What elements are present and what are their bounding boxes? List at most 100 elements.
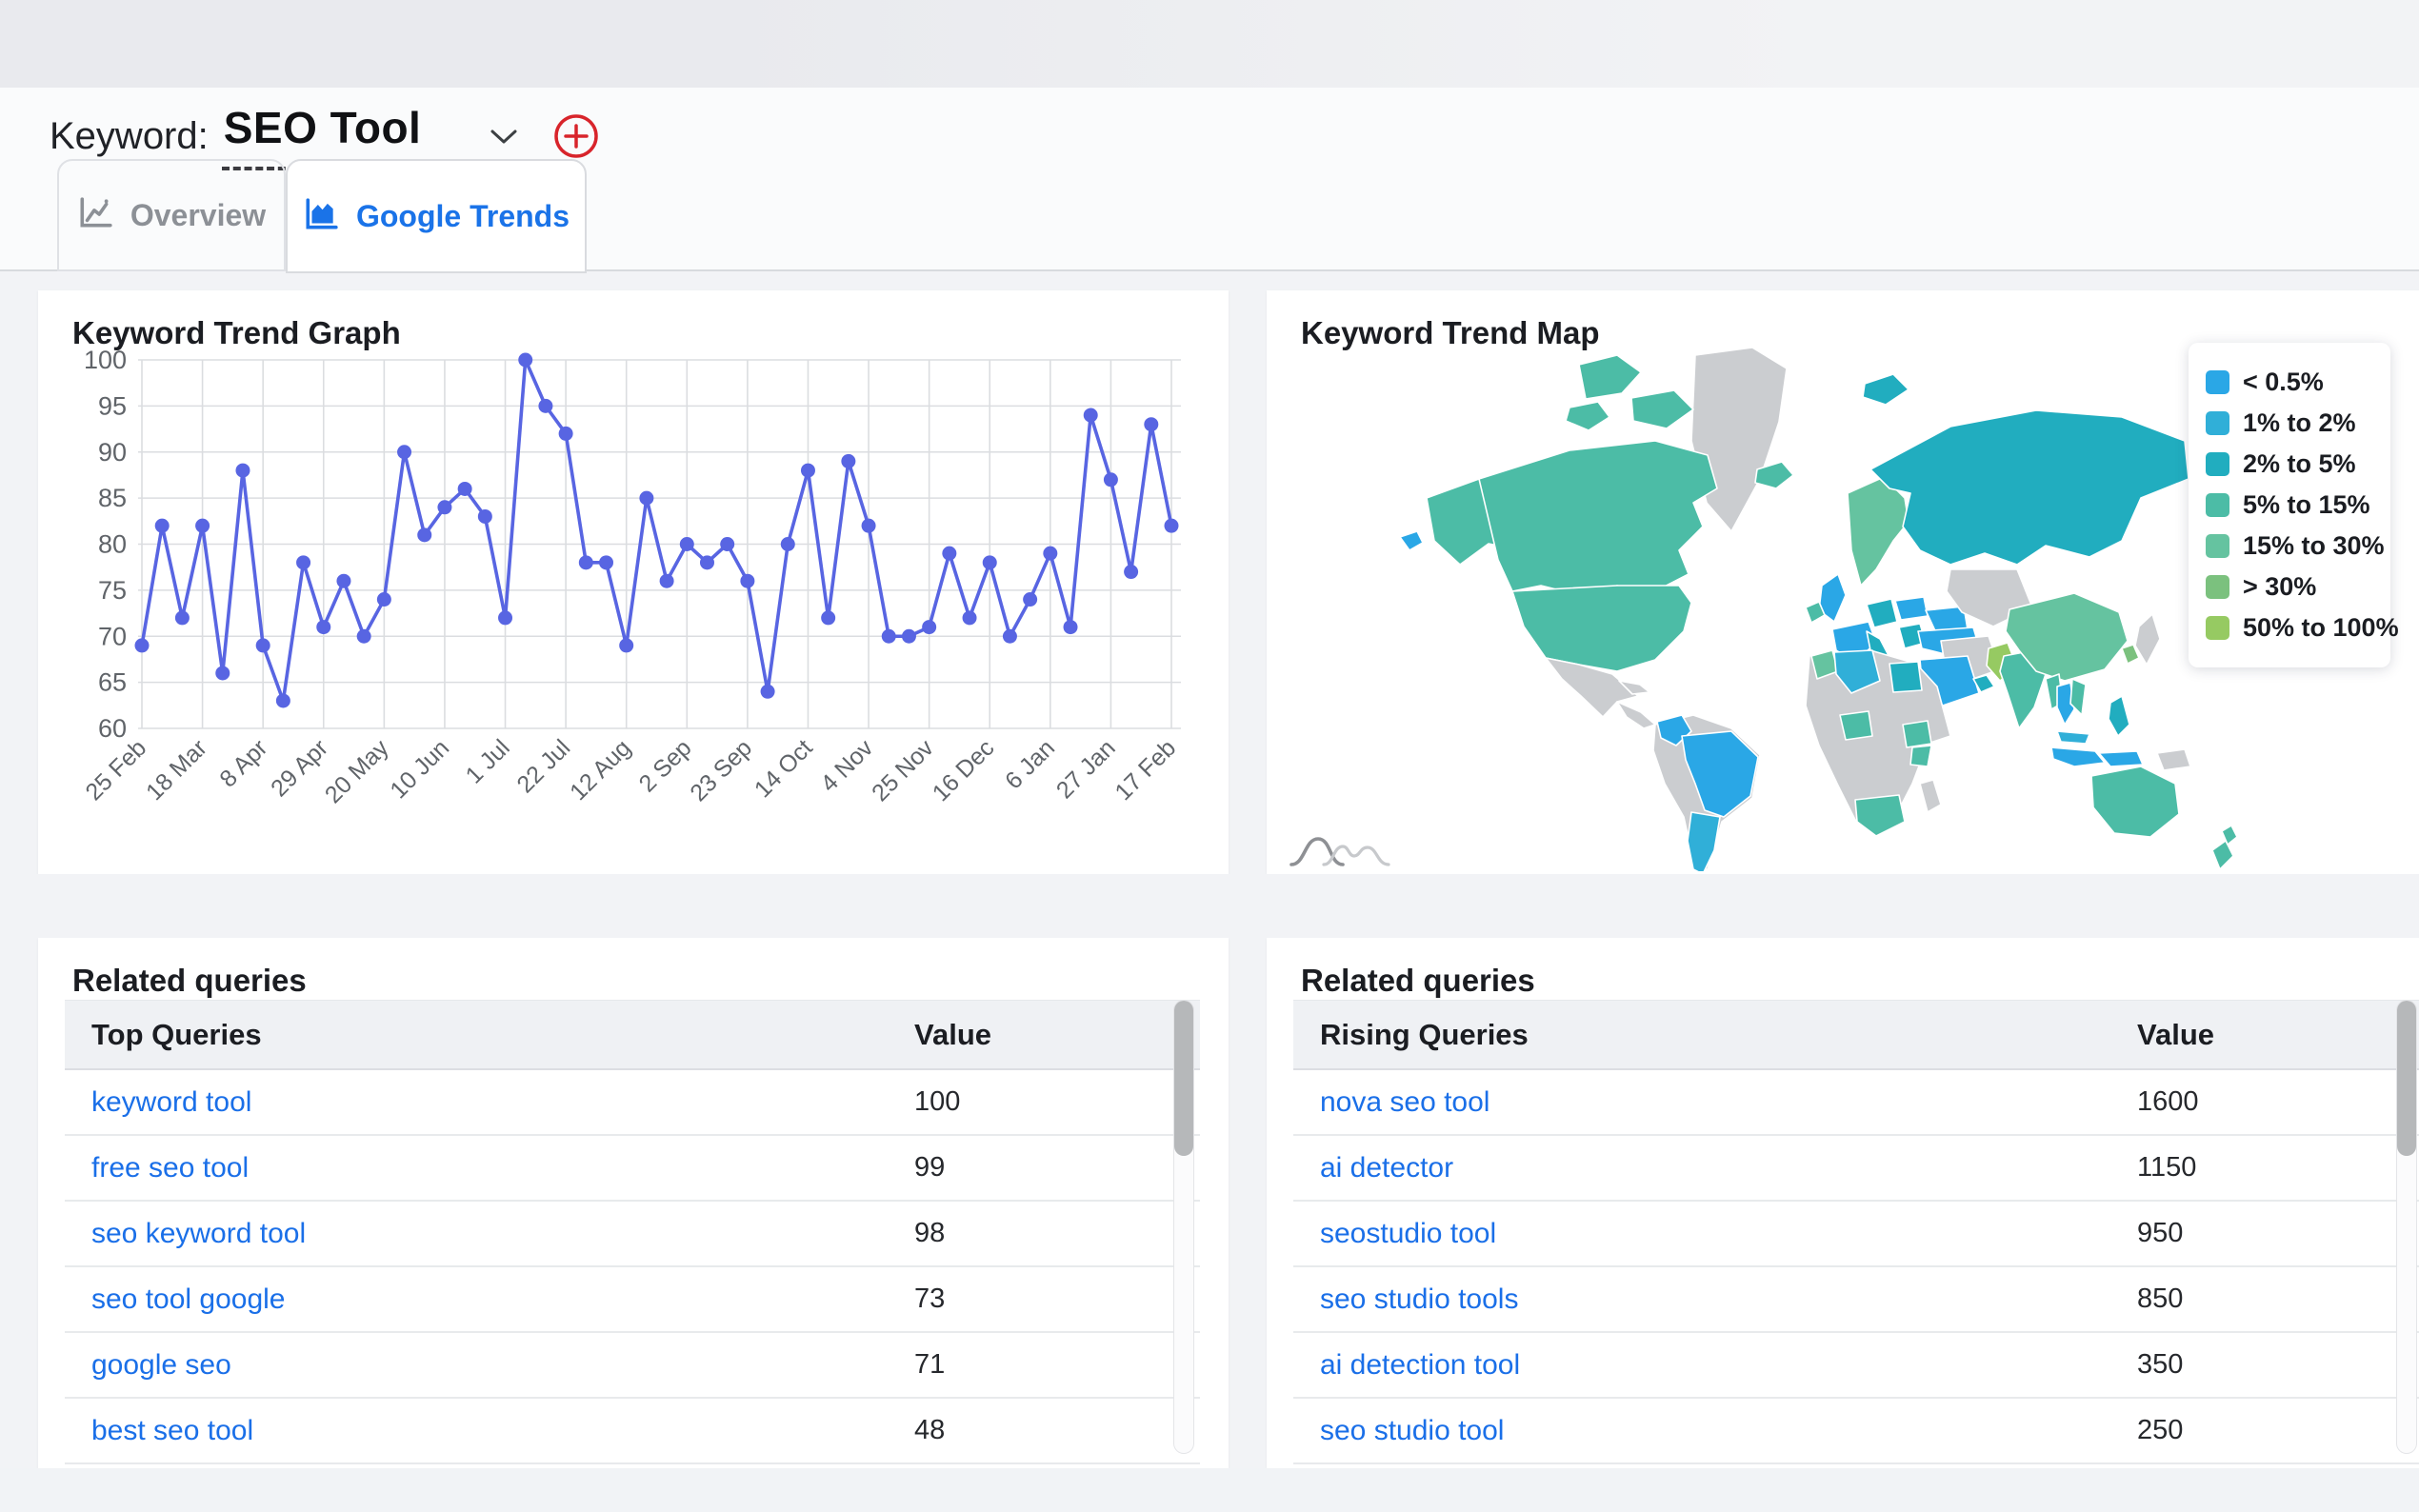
query-value: 98 [914,1218,946,1248]
related-queries-right-title: Related queries [1301,963,1535,998]
line-chart-icon [77,195,113,236]
legend-swatch [2206,452,2229,476]
table-header-row: Rising Queries Value [1293,1001,2419,1070]
tab-google-trends-label: Google Trends [355,198,570,233]
query-link[interactable]: best seo tool [65,1415,914,1447]
legend-item: 2% to 5% [2206,444,2373,485]
svg-text:65: 65 [98,668,127,697]
query-link[interactable]: seo studio tools [1293,1283,2137,1316]
svg-text:16 Dec: 16 Dec [928,734,1000,806]
svg-text:80: 80 [98,530,127,559]
country-egypt[interactable] [1889,661,1923,693]
query-link[interactable]: seo keyword tool [65,1218,914,1250]
table-row: best seo tool 48 [65,1399,1200,1464]
table-row: seo tool google 73 [65,1267,1200,1333]
country-new-zealand[interactable] [2211,840,2234,870]
related-queries-top-card: Related queries Top Queries Value keywor… [38,938,1229,1468]
legend-label: 5% to 15% [2243,490,2370,519]
legend-label: 1% to 2% [2243,408,2356,437]
column-header-query: Rising Queries [1320,1017,1529,1051]
country-canada[interactable] [1478,440,1718,596]
column-header-query: Top Queries [91,1017,262,1051]
country-central-america[interactable] [1616,701,1656,729]
top-band [0,0,2419,88]
table-row: seo studio tools 850 [1293,1267,2419,1333]
svg-text:18 Mar: 18 Mar [141,734,212,806]
query-link[interactable]: ai detection tool [1293,1349,2137,1382]
chevron-down-icon[interactable] [490,129,518,150]
rising-queries-table: Rising Queries Value nova seo tool 1600 ai… [1293,1000,2419,1464]
table-row: google seo 71 [65,1333,1200,1399]
query-link[interactable]: nova seo tool [1293,1086,2137,1119]
country-south-africa[interactable] [1854,794,1906,837]
country-philippines[interactable] [2108,695,2130,737]
country-ethiopia[interactable] [1902,720,1932,748]
svg-text:14 Oct: 14 Oct [750,734,818,803]
table-row: free seo tool 99 [65,1136,1200,1202]
tab-google-trends[interactable]: Google Trends [286,159,587,273]
query-link[interactable]: keyword tool [65,1086,914,1119]
trend-wave-icon [1289,835,1390,872]
country-indonesia[interactable] [2098,750,2144,767]
query-link[interactable]: seo tool google [65,1283,914,1316]
svg-text:70: 70 [98,622,127,650]
country-poland[interactable] [1894,596,1929,621]
svg-text:17 Feb: 17 Feb [1110,734,1181,806]
scrollbar-track[interactable] [2396,1000,2417,1454]
legend-item: > 30% [2206,567,2373,607]
legend-swatch [2206,534,2229,558]
table-row: keyword tool 100 [65,1070,1200,1136]
country-canada-islands[interactable] [1565,401,1610,431]
query-link[interactable]: seostudio tool [1293,1218,2137,1250]
country-indonesia[interactable] [2050,746,2106,767]
country-bering-island[interactable] [1399,530,1424,551]
legend-swatch [2206,616,2229,640]
legend-swatch [2206,370,2229,394]
query-link[interactable]: google seo [65,1349,914,1382]
country-png[interactable] [2156,748,2191,771]
svg-text:25 Feb: 25 Feb [80,734,151,806]
legend-label: 50% to 100% [2243,613,2399,642]
country-kenya[interactable] [1909,745,1932,767]
country-svalbard[interactable] [1862,373,1909,406]
query-value: 350 [2137,1349,2184,1380]
query-link[interactable]: free seo tool [65,1152,914,1184]
country-canada-islands[interactable] [1578,354,1642,400]
keyword-value[interactable]: SEO Tool [224,103,422,152]
svg-text:95: 95 [98,391,127,420]
svg-text:20 May: 20 May [320,734,394,808]
query-value: 71 [914,1349,946,1380]
svg-text:8 Apr: 8 Apr [214,734,272,792]
country-madagascar[interactable] [1919,779,1942,813]
add-keyword-button[interactable] [550,110,602,167]
country-australia[interactable] [2090,766,2180,838]
country-canada-islands[interactable] [1630,389,1694,429]
query-value: 850 [2137,1283,2184,1314]
scrollbar-thumb[interactable] [2397,1001,2416,1156]
query-link[interactable]: seo studio tool [1293,1415,2137,1447]
country-greenland[interactable] [1690,347,1788,532]
country-russia[interactable] [1869,409,2189,566]
svg-text:27 Jan: 27 Jan [1051,734,1121,804]
trend-line-chart[interactable]: 100 95 90 85 80 75 70 65 60 25 Feb 18 Mar 8 Apr 29 A… [57,338,1214,866]
svg-text:25 Nov: 25 Nov [867,734,939,806]
query-value: 73 [914,1283,946,1314]
scrollbar-thumb[interactable] [1174,1001,1193,1156]
svg-text:75: 75 [98,576,127,605]
related-queries-rising-card: Related queries Rising Queries Value nov… [1267,938,2419,1468]
scrollbar-track[interactable] [1173,1000,1194,1454]
keyword-trend-map-card: Keyword Trend Map < 0.5% 1% to 2% 2% to … [1267,290,2419,874]
country-malaysia[interactable] [2056,730,2090,745]
tab-overview[interactable]: Overview [57,159,286,271]
country-scandinavia[interactable] [1847,476,1909,587]
country-usa[interactable] [1511,585,1692,672]
country-germany[interactable] [1866,598,1898,628]
query-link[interactable]: ai detector [1293,1152,2137,1184]
country-argentina-chile[interactable] [1687,811,1721,871]
map-legend: < 0.5% 1% to 2% 2% to 5% 5% to 15% 15% to 30… [2189,343,2399,667]
country-nigeria[interactable] [1839,710,1873,741]
bottom-band [0,1468,2419,1512]
table-header-row: Top Queries Value [65,1001,1200,1070]
keyword-trend-graph-card: Keyword Trend Graph 100 95 90 85 80 75 70 65 60 2… [38,290,1229,874]
legend-label: 2% to 5% [2243,449,2356,478]
